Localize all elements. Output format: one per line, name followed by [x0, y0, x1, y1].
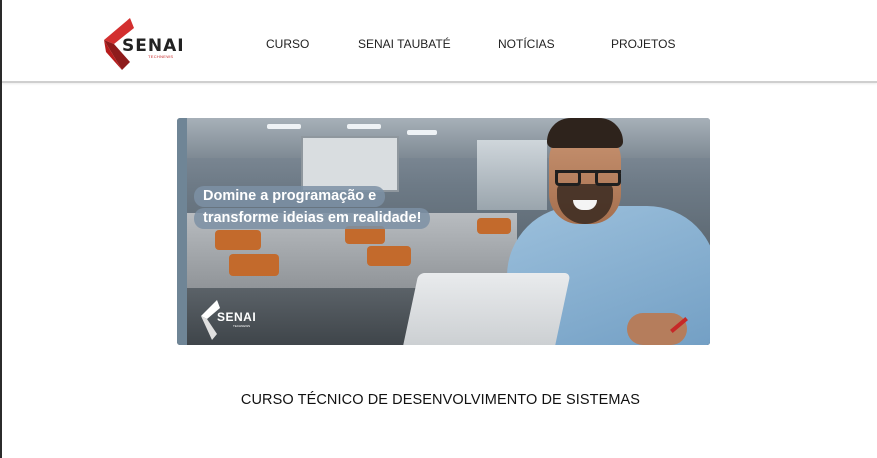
banner-caption-line-1: Domine a programação e [194, 186, 386, 207]
nav-item-projetos[interactable]: PROJETOS [611, 37, 675, 51]
logo-subtitle: TECHNEWS [148, 54, 174, 59]
banner-left-strip [177, 118, 187, 345]
ceiling-light [347, 124, 381, 129]
nav-item-noticias[interactable]: NOTÍCIAS [498, 37, 555, 51]
banner-logo-subtitle: TECHNEWS [233, 324, 251, 328]
hero-banner-image: Domine a programação e transforme ideias… [177, 118, 710, 345]
nav-item-curso[interactable]: CURSO [266, 37, 309, 51]
senai-logo[interactable]: SENAI TECHNEWS [100, 18, 190, 70]
chair [367, 246, 411, 266]
banner-caption: Domine a programação e transforme ideias… [194, 186, 431, 230]
logo-wordmark: SENAI [122, 36, 185, 56]
banner-senai-logo: SENAI TECHNEWS [199, 300, 269, 340]
classroom-window [477, 140, 547, 210]
person-hand [627, 313, 687, 345]
chair [215, 230, 261, 250]
glasses-icon [555, 170, 621, 189]
laptop-icon [399, 273, 571, 345]
classroom-whiteboard [301, 136, 399, 192]
site-header: SENAI TECHNEWS CURSO SENAI TAUBATÉ NOTÍC… [2, 0, 877, 83]
nav-item-senai-taubate[interactable]: SENAI TAUBATÉ [358, 37, 451, 51]
chair [229, 254, 279, 276]
banner-caption-line-2: transforme ideias em realidade! [194, 208, 431, 229]
banner-logo-wordmark: SENAI [217, 310, 257, 324]
ceiling-light [267, 124, 301, 129]
course-title: CURSO TÉCNICO DE DESENVOLVIMENTO DE SIST… [240, 392, 641, 408]
ceiling-light [407, 130, 437, 135]
person-hair [547, 118, 623, 148]
classroom-ceiling [187, 118, 710, 158]
chair [477, 218, 511, 234]
